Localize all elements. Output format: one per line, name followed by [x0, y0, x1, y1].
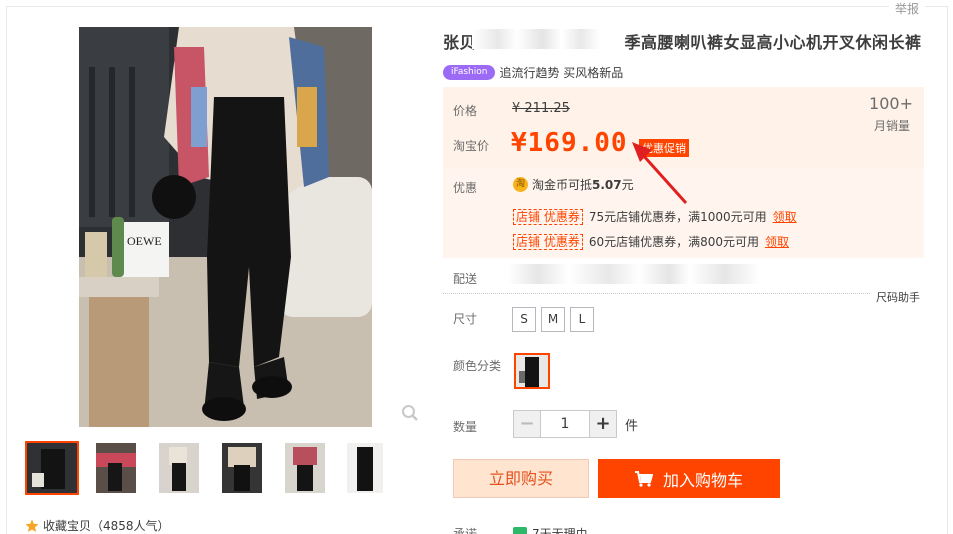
- thumbnail-1[interactable]: [25, 441, 79, 495]
- add-to-cart-button[interactable]: 加入购物车: [598, 459, 780, 498]
- promise-label: 承诺: [453, 527, 478, 534]
- svg-text:OEWE: OEWE: [127, 234, 162, 248]
- thumbnail-4[interactable]: [222, 443, 262, 493]
- arrow-annotation-icon: [632, 142, 688, 205]
- size-options: S M L: [512, 307, 594, 332]
- divider: [443, 293, 870, 294]
- price-label: 价格: [453, 104, 478, 118]
- thumbnail-3[interactable]: [159, 443, 199, 493]
- buy-now-button[interactable]: 立即购买: [453, 459, 589, 498]
- favorite-text: 收藏宝贝（4858人气）: [43, 519, 170, 533]
- coupon-desc: 75元店铺优惠券，满1000元可用: [588, 210, 767, 224]
- size-option-m[interactable]: M: [541, 307, 565, 332]
- cart-icon: [634, 470, 653, 487]
- discount-label: 优惠: [453, 181, 478, 195]
- taobao-price-label: 淘宝价: [453, 139, 490, 153]
- size-option-l[interactable]: L: [570, 307, 594, 332]
- add-to-cart-label: 加入购物车: [662, 470, 743, 490]
- thumbnail-2[interactable]: [96, 443, 136, 493]
- zoom-icon[interactable]: [401, 404, 419, 422]
- title-redaction: [472, 29, 600, 49]
- taobao-coin-row: 淘 淘金币可抵 5.07 元: [513, 176, 634, 193]
- size-label: 尺寸: [453, 312, 478, 326]
- coupon-tag: 店铺 优惠券: [513, 233, 583, 250]
- taobao-coin-icon: 淘: [513, 177, 528, 192]
- claim-coupon-link[interactable]: 领取: [773, 208, 797, 225]
- quantity-unit: 件: [625, 418, 639, 434]
- claim-coupon-link[interactable]: 领取: [765, 233, 789, 250]
- report-link[interactable]: 举报: [888, 0, 925, 17]
- coupon-row-1: 店铺 优惠券 75元店铺优惠券，满1000元可用 领取: [513, 208, 797, 225]
- coin-amount: 5.07: [592, 177, 622, 192]
- delivery-info-redacted: [508, 264, 760, 284]
- promise-text: 7天无理由: [532, 527, 588, 534]
- tagline-text: 追流行趋势 买风格新品: [499, 66, 624, 80]
- taobao-price: ¥169.00: [511, 128, 628, 158]
- coupon-desc: 60元店铺优惠券，满800元可用: [588, 235, 760, 249]
- size-option-s[interactable]: S: [512, 307, 536, 332]
- quantity-decrease-button[interactable]: −: [513, 410, 541, 438]
- coin-unit: 元: [621, 178, 634, 192]
- coupon-row-2: 店铺 优惠券 60元店铺优惠券，满800元可用 领取: [513, 233, 789, 250]
- monthly-sales-count: 100+: [869, 94, 913, 113]
- favorite-link[interactable]: 收藏宝贝（4858人气）: [25, 517, 170, 534]
- monthly-sales-label: 月销量: [873, 119, 910, 133]
- coupon-tag: 店铺 优惠券: [513, 208, 583, 225]
- star-icon: [25, 519, 39, 532]
- quantity-label: 数量: [453, 420, 478, 434]
- size-helper-link[interactable]: 尺码助手: [876, 289, 920, 305]
- tagline-row: iFashion 追流行趋势 买风格新品: [443, 64, 623, 81]
- promise-icon: [513, 527, 527, 534]
- quantity-input[interactable]: 1: [541, 410, 589, 438]
- thumbnail-5[interactable]: [285, 443, 325, 493]
- coin-text: 淘金币可抵: [532, 178, 593, 192]
- original-price: ¥ 211.25: [512, 101, 570, 116]
- thumbnail-6[interactable]: [347, 443, 383, 493]
- delivery-label: 配送: [453, 272, 478, 286]
- quantity-increase-button[interactable]: +: [589, 410, 617, 438]
- color-label: 颜色分类: [453, 359, 502, 373]
- quantity-stepper: − 1 + 件: [513, 410, 638, 438]
- main-product-image[interactable]: OEWE: [79, 27, 372, 427]
- color-option-black[interactable]: [514, 353, 550, 389]
- ifashion-badge[interactable]: iFashion: [443, 65, 496, 80]
